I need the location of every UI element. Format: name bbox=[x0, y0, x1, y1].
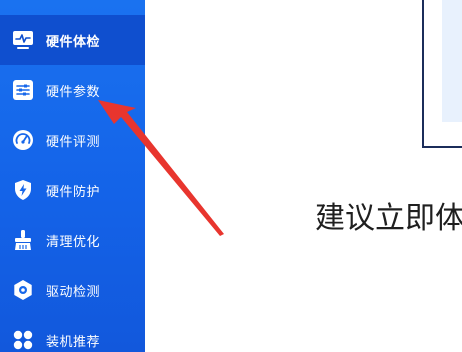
sidebar: 硬件体检 硬件参数 硬件评测 硬件防护 清理优化 驱动检测 装机推荐 bbox=[0, 0, 145, 352]
sidebar-item-label: 硬件防护 bbox=[46, 184, 101, 200]
sidebar-item-cleanup[interactable]: 清理优化 bbox=[0, 215, 145, 265]
lightning-shield-icon bbox=[11, 178, 35, 202]
sidebar-item-label: 装机推荐 bbox=[46, 334, 101, 350]
checkup-headline: 建议立即体 bbox=[315, 201, 462, 236]
preview-card bbox=[422, 0, 462, 148]
monitor-icon bbox=[11, 28, 35, 52]
speedometer-icon bbox=[11, 128, 35, 152]
sidebar-item-hardware-protection[interactable]: 硬件防护 bbox=[0, 165, 145, 215]
sidebar-item-hardware-params[interactable]: 硬件参数 bbox=[0, 65, 145, 115]
sidebar-item-label: 硬件参数 bbox=[46, 84, 101, 100]
sidebar-item-build-recommend[interactable]: 装机推荐 bbox=[0, 315, 145, 352]
sidebar-item-label: 硬件评测 bbox=[46, 134, 101, 150]
sidebar-item-driver-detect[interactable]: 驱动检测 bbox=[0, 265, 145, 315]
sidebar-item-label: 清理优化 bbox=[46, 234, 101, 250]
sidebar-item-hardware-checkup[interactable]: 硬件体检 bbox=[0, 15, 145, 65]
sidebar-item-hardware-benchmark[interactable]: 硬件评测 bbox=[0, 115, 145, 165]
preview-card-body bbox=[434, 0, 462, 122]
broom-icon bbox=[11, 228, 35, 252]
sliders-icon bbox=[11, 78, 35, 102]
sidebar-item-label: 驱动检测 bbox=[46, 284, 101, 300]
sidebar-item-label: 硬件体检 bbox=[46, 34, 101, 50]
app-grid-icon bbox=[11, 328, 35, 352]
gear-icon bbox=[11, 278, 35, 302]
main-content: 建议立即体 bbox=[145, 0, 462, 352]
